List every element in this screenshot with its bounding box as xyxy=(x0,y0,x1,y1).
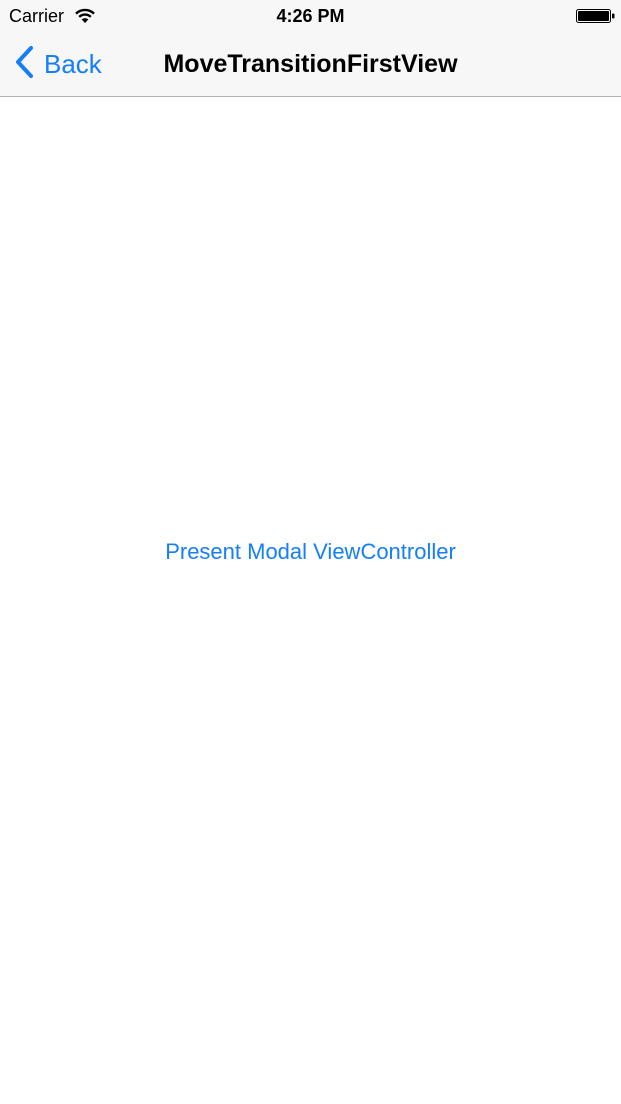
status-bar: Carrier 4:26 PM xyxy=(0,0,621,32)
back-button[interactable]: Back xyxy=(14,45,102,84)
battery-icon xyxy=(576,9,616,23)
navigation-bar: Back MoveTransitionFirstView xyxy=(0,32,621,97)
back-label: Back xyxy=(44,49,102,79)
chevron-left-icon xyxy=(14,45,44,84)
present-modal-button[interactable]: Present Modal ViewController xyxy=(0,535,621,569)
status-time: 4:26 PM xyxy=(276,6,345,26)
main-content: Present Modal ViewController xyxy=(0,97,621,1104)
